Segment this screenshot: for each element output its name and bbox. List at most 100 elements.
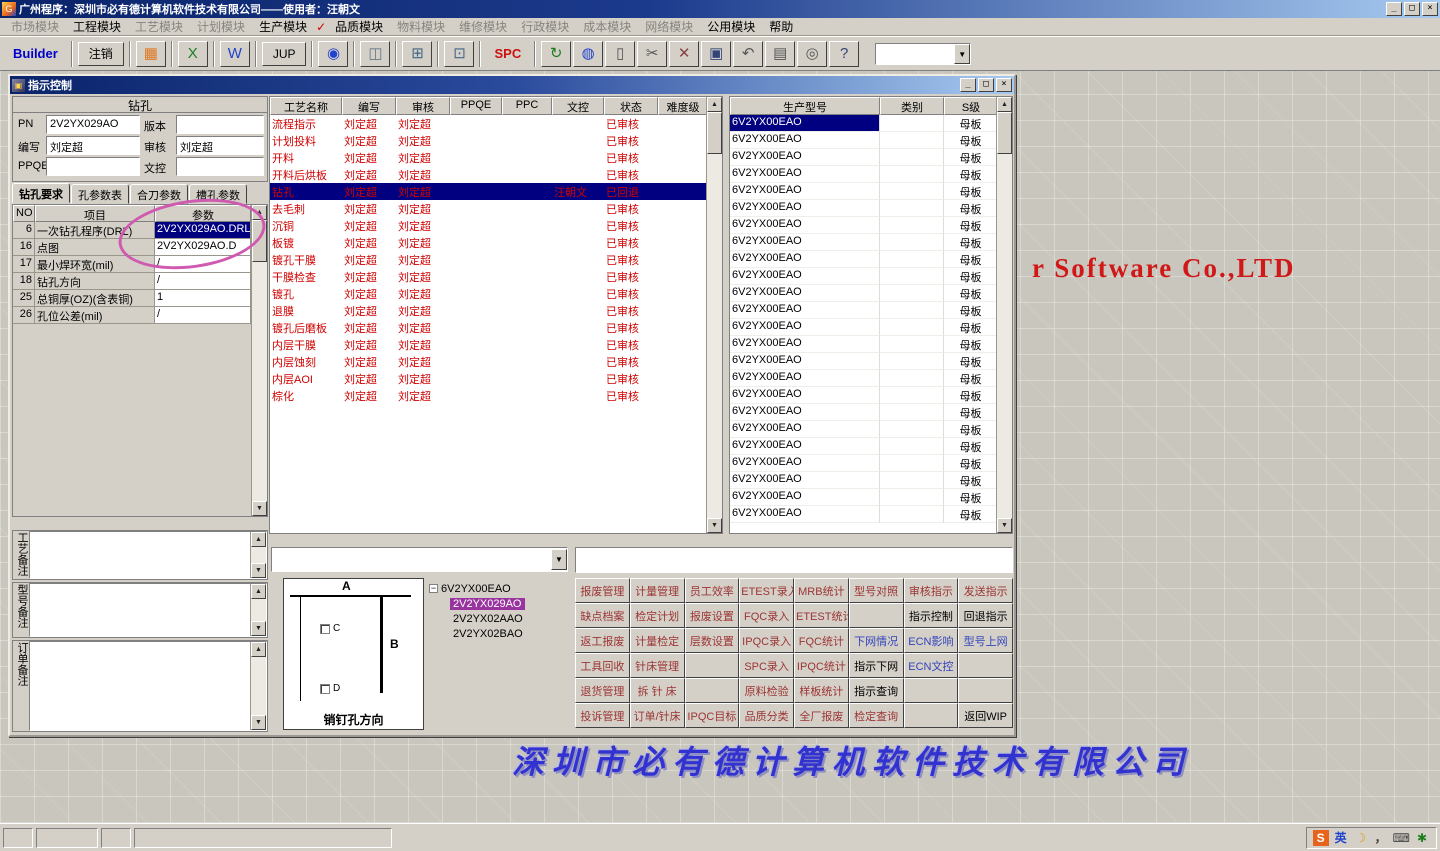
- grid-button[interactable]: 投诉管理: [575, 703, 630, 728]
- grid-button[interactable]: [903, 703, 959, 728]
- model-row[interactable]: 6V2YX00EAO 母板: [730, 336, 1012, 353]
- scroll-up-button[interactable]: ▲: [251, 532, 266, 547]
- model-row[interactable]: 6V2YX00EAO 母板: [730, 149, 1012, 166]
- process-row[interactable]: 内层干膜 刘定超 刘定超 已审核: [270, 336, 722, 353]
- model-row[interactable]: 6V2YX00EAO 母板: [730, 506, 1012, 523]
- delete-icon[interactable]: ✕: [669, 40, 700, 67]
- vertical-scrollbar[interactable]: ▲ ▼: [250, 532, 266, 578]
- model-row[interactable]: 6V2YX00EAO 母板: [730, 387, 1012, 404]
- grid-button[interactable]: 样板统计: [794, 678, 849, 703]
- menu-item[interactable]: 帮助: [762, 17, 800, 36]
- maximize-button[interactable]: □: [1404, 2, 1420, 16]
- grid-button[interactable]: 下网情况: [848, 628, 904, 653]
- grid-button[interactable]: [684, 678, 740, 703]
- process-row[interactable]: 内层AOI 刘定超 刘定超 已审核: [270, 370, 722, 387]
- grid-button[interactable]: 检定计划: [629, 603, 685, 628]
- model-row[interactable]: 6V2YX00EAO 母板: [730, 455, 1012, 472]
- grid-button[interactable]: FQC录入: [739, 603, 794, 628]
- grid-button[interactable]: ETEST统计: [794, 603, 849, 628]
- find-icon[interactable]: ◎: [797, 40, 828, 67]
- process-row[interactable]: 计划投料 刘定超 刘定超 已审核: [270, 132, 722, 149]
- process-combo[interactable]: ▼: [271, 547, 568, 572]
- process-row[interactable]: 去毛刺 刘定超 刘定超 已审核: [270, 200, 722, 217]
- grid-button[interactable]: 退货管理: [575, 678, 630, 703]
- drill-tab[interactable]: 钻孔要求: [12, 183, 70, 203]
- scroll-up-button[interactable]: ▲: [251, 584, 266, 599]
- model-row[interactable]: 6V2YX00EAO 母板: [730, 370, 1012, 387]
- sync-icon[interactable]: ↻: [541, 40, 572, 67]
- param-row[interactable]: 16 点图 2V2YX029AO.D: [13, 239, 267, 256]
- child-close-button[interactable]: ×: [996, 78, 1012, 92]
- checkbox-c[interactable]: C: [320, 623, 340, 634]
- model-row[interactable]: 6V2YX00EAO 母板: [730, 404, 1012, 421]
- help-icon[interactable]: ?: [829, 40, 860, 67]
- grid-button[interactable]: [848, 603, 904, 628]
- model-row[interactable]: 6V2YX00EAO 母板: [730, 489, 1012, 506]
- grid-button[interactable]: SPC录入: [739, 653, 794, 678]
- scroll-down-button[interactable]: ▼: [707, 518, 722, 533]
- grid-button[interactable]: [684, 653, 740, 678]
- model-row[interactable]: 6V2YX00EAO 母板: [730, 268, 1012, 285]
- globe-icon[interactable]: ◍: [573, 40, 604, 67]
- grid-button[interactable]: 针床管理: [629, 653, 685, 678]
- excel-icon[interactable]: X: [177, 40, 208, 67]
- grid-button[interactable]: 发送指示: [958, 578, 1013, 603]
- scroll-down-button[interactable]: ▼: [251, 563, 266, 578]
- model-row[interactable]: 6V2YX00EAO 母板: [730, 217, 1012, 234]
- menu-item[interactable]: 品质模块: [328, 17, 390, 36]
- sogou-icon[interactable]: S: [1312, 829, 1329, 846]
- moon-icon[interactable]: ☽: [1353, 830, 1369, 846]
- field-input[interactable]: 刘定超: [176, 136, 264, 155]
- grid-button[interactable]: 报废设置: [684, 603, 740, 628]
- grid-button[interactable]: 员工效率: [684, 578, 740, 603]
- model-row[interactable]: 6V2YX00EAO 母板: [730, 166, 1012, 183]
- process-row[interactable]: 开料 刘定超 刘定超 已审核: [270, 149, 722, 166]
- jup-button[interactable]: JUP: [261, 41, 307, 66]
- workstations-icon[interactable]: ⊞: [402, 40, 433, 67]
- field-input[interactable]: 2V2YX029AO: [46, 115, 140, 134]
- grid-button[interactable]: 层数设置: [684, 628, 740, 653]
- save-icon[interactable]: ▣: [701, 40, 732, 67]
- grid-button[interactable]: IPQC录入: [739, 628, 794, 653]
- scroll-down-button[interactable]: ▼: [997, 518, 1012, 533]
- process-row[interactable]: 沉铜 刘定超 刘定超 已审核: [270, 217, 722, 234]
- vertical-scrollbar[interactable]: ▲ ▼: [250, 584, 266, 636]
- grid-button[interactable]: 返回WIP: [958, 703, 1013, 728]
- scroll-thumb[interactable]: [997, 112, 1012, 154]
- grid-button[interactable]: 拆 针 床: [629, 678, 685, 703]
- database-icon[interactable]: ◫: [360, 40, 391, 67]
- lang-indicator[interactable]: 英: [1333, 830, 1349, 846]
- process-row[interactable]: 棕化 刘定超 刘定超 已审核: [270, 387, 722, 404]
- grid-button[interactable]: 报废管理: [575, 578, 630, 603]
- grid-button[interactable]: [903, 678, 959, 703]
- grid-button[interactable]: 返工报废: [575, 628, 630, 653]
- menu-item[interactable]: 公用模块: [700, 17, 762, 36]
- child-minimize-button[interactable]: _: [960, 78, 976, 92]
- tree-root-item[interactable]: −6V2YX00EAO: [429, 581, 568, 596]
- model-row[interactable]: 6V2YX00EAO 母板: [730, 319, 1012, 336]
- tree-expand-icon[interactable]: −: [429, 584, 438, 593]
- grid-button[interactable]: IPQC统计: [794, 653, 849, 678]
- scroll-down-button[interactable]: ▼: [252, 501, 267, 516]
- grid-button[interactable]: 型号对照: [848, 578, 904, 603]
- scroll-thumb[interactable]: [252, 220, 267, 262]
- cut-icon[interactable]: ✂: [637, 40, 668, 67]
- computer-icon[interactable]: ⊡: [444, 40, 475, 67]
- process-row[interactable]: 内层蚀刻 刘定超 刘定超 已审核: [270, 353, 722, 370]
- checkbox-c-box[interactable]: [320, 623, 330, 634]
- grid-button[interactable]: 计量管理: [629, 578, 685, 603]
- grid-button[interactable]: MRB统计: [794, 578, 849, 603]
- model-row[interactable]: 6V2YX00EAO 母板: [730, 183, 1012, 200]
- keyboard-icon[interactable]: ⌨: [1393, 830, 1410, 846]
- dropdown-arrow-icon[interactable]: ▼: [551, 549, 567, 570]
- process-row[interactable]: 开料后烘板 刘定超 刘定超 已审核: [270, 166, 722, 183]
- tree-item[interactable]: 2V2YX02AAO: [429, 611, 568, 626]
- vertical-scrollbar[interactable]: ▲ ▼: [996, 97, 1012, 533]
- word-icon[interactable]: W: [219, 40, 250, 67]
- param-row[interactable]: 17 最小焊环宽(mil) /: [13, 256, 267, 273]
- scroll-up-button[interactable]: ▲: [707, 97, 722, 112]
- grid-button[interactable]: 回退指示: [958, 603, 1013, 628]
- scroll-thumb[interactable]: [707, 112, 722, 154]
- drill-tab[interactable]: 槽孔参数: [189, 184, 247, 204]
- scroll-down-button[interactable]: ▼: [251, 715, 266, 730]
